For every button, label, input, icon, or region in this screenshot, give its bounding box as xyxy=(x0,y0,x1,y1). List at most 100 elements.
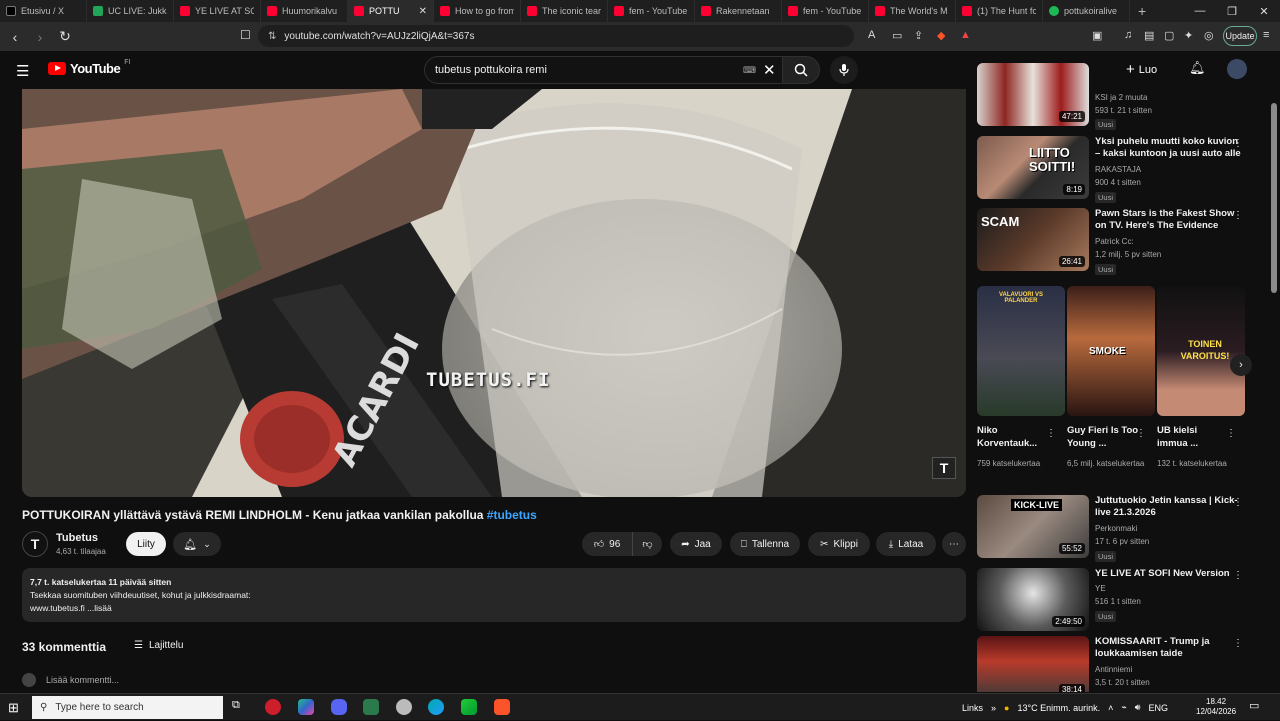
short-thumbnail[interactable]: SMOKE xyxy=(1067,286,1155,416)
save-button[interactable]: ⎕ Tallenna xyxy=(730,532,800,556)
youtube-logo[interactable]: YouTube FI xyxy=(48,59,130,76)
recommendation-item[interactable]: LIITTO SOITTI! 8:19 Yksi puhelu muutti k… xyxy=(977,136,1267,203)
video-thumbnail[interactable]: SCAM 26:41 xyxy=(977,208,1089,271)
extensions-icon[interactable]: ✦ xyxy=(1184,29,1193,42)
video-thumbnail[interactable]: 47:21 xyxy=(977,63,1089,126)
video-thumbnail[interactable]: KICK-LIVE 55:52 xyxy=(977,495,1089,558)
keyboard-icon[interactable]: ⌨ xyxy=(743,65,756,76)
browser-tab[interactable]: pottukoiralive xyxy=(1043,0,1130,22)
forward-icon[interactable]: › xyxy=(30,29,50,45)
browser-menu-icon[interactable]: ≡ xyxy=(1263,29,1269,41)
recommendation-item[interactable]: 38:14 KOMISSAARIT - Trump ja loukkaamise… xyxy=(977,636,1267,692)
expand-tray-icon[interactable]: » xyxy=(991,703,996,713)
close-window-icon[interactable]: ✕ xyxy=(1248,5,1280,18)
channel-name[interactable]: Tubetus xyxy=(56,532,98,544)
scrollbar-thumb[interactable] xyxy=(1271,103,1277,293)
links-toolbar[interactable]: Links xyxy=(962,703,983,713)
vpn-icon[interactable]: ◎ xyxy=(1204,29,1214,42)
browser-tab[interactable]: UC LIVE: Jukka xyxy=(87,0,174,22)
video-title[interactable]: Pawn Stars is the Fakest Show on TV. Her… xyxy=(1095,208,1243,232)
browser-tab[interactable]: (1) The Hunt fo xyxy=(956,0,1043,22)
recommendation-item[interactable]: 2:49:50 YE LIVE AT SOFI New Version ⋮ YE… xyxy=(977,568,1267,634)
cast-icon[interactable]: ▭ xyxy=(892,29,902,42)
edge-icon[interactable] xyxy=(428,699,444,715)
description-box[interactable]: 7,7 t. katselukertaa 11 päivää sitten Ts… xyxy=(22,568,966,622)
video-title[interactable]: YE LIVE AT SOFI New Version xyxy=(1095,568,1243,580)
user-avatar[interactable] xyxy=(1227,59,1247,79)
notifications-center-icon[interactable]: ▭ xyxy=(1249,699,1265,715)
share-page-icon[interactable]: ⇪ xyxy=(914,29,923,42)
short-thumbnail[interactable]: TOINEN VAROITUS! xyxy=(1157,286,1245,416)
video-title[interactable]: Juttutuokio Jetin kanssa | Kick-live 21.… xyxy=(1095,495,1243,519)
browser-tab[interactable]: Huumorikalvu xyxy=(261,0,348,22)
video-player[interactable]: ACARDI TUBETUS.FI T xyxy=(22,89,966,497)
wallet-icon[interactable]: ▢ xyxy=(1164,29,1174,42)
browser-tab[interactable]: The iconic tear xyxy=(521,0,608,22)
voice-search-button[interactable] xyxy=(830,56,858,84)
video-title[interactable]: KOMISSAARIT - Trump ja loukkaamisen taid… xyxy=(1095,636,1243,660)
media-icon[interactable]: ♫ xyxy=(1124,29,1132,41)
channel-name[interactable]: Perkonmaki xyxy=(1095,524,1137,533)
search-input[interactable]: tubetus pottukoira remi ⌨ ✕ xyxy=(424,56,782,84)
join-button[interactable]: Liity xyxy=(126,532,166,556)
browser-tab[interactable]: Rakennetaan xyxy=(695,0,782,22)
sidebar-toggle-icon[interactable]: ▣ xyxy=(1092,29,1102,42)
more-vert-icon[interactable]: ⋮ xyxy=(1046,428,1056,439)
short-thumbnail[interactable]: VALAVUORI VS PALANDER xyxy=(977,286,1065,416)
more-actions-button[interactable]: ⋯ xyxy=(942,532,966,556)
windows-start-icon[interactable]: ⊞ xyxy=(8,700,19,716)
add-comment-input[interactable]: Lisää kommentti... xyxy=(46,675,119,685)
more-vert-icon[interactable]: ⋮ xyxy=(1233,570,1243,581)
browser-tab[interactable]: YE LIVE AT SOFI xyxy=(174,0,261,22)
more-vert-icon[interactable]: ⋮ xyxy=(1233,638,1243,649)
search-button[interactable] xyxy=(782,56,820,84)
weather-text[interactable]: 13°C Enimm. aurink. xyxy=(1017,703,1100,713)
hashtag-link[interactable]: #tubetus xyxy=(487,508,537,522)
recommendation-item[interactable]: KICK-LIVE 55:52 Juttutuokio Jetin kanssa… xyxy=(977,495,1267,562)
notification-settings-button[interactable]: 🔔︎ ⌄ xyxy=(173,532,221,556)
network-icon[interactable]: ⌁ xyxy=(1121,702,1126,713)
site-info-icon[interactable]: ⇅ xyxy=(268,31,276,42)
dislike-button[interactable]: 👎︎ xyxy=(632,532,662,556)
brave-shields-icon[interactable]: ◆ xyxy=(937,29,945,42)
browser-tab[interactable]: fem - YouTube xyxy=(608,0,695,22)
translate-icon[interactable]: A xyxy=(868,29,875,41)
browser-tab[interactable]: POTTU ✕ xyxy=(348,0,434,22)
browser-tab[interactable]: fem - YouTube xyxy=(782,0,869,22)
task-view-icon[interactable]: ⧉ xyxy=(232,699,248,715)
update-button[interactable]: Update xyxy=(1223,26,1257,46)
share-button[interactable]: ➦ Jaa xyxy=(670,532,722,556)
reading-list-icon[interactable]: ▤ xyxy=(1144,29,1154,42)
active-app-icon[interactable] xyxy=(363,699,379,715)
more-vert-icon[interactable]: ⋮ xyxy=(1233,497,1243,508)
rewards-icon[interactable]: ▲ xyxy=(960,29,971,41)
clip-button[interactable]: ✂ Klippi xyxy=(808,532,870,556)
hamburger-menu-icon[interactable]: ☰ xyxy=(16,62,29,80)
reload-icon[interactable]: ↻ xyxy=(55,28,75,45)
app-icon[interactable] xyxy=(396,699,412,715)
channel-avatar[interactable]: T xyxy=(22,531,48,557)
taskbar-search-input[interactable]: ⚲ Type here to search xyxy=(32,696,223,719)
browser-tab[interactable]: How to go from xyxy=(434,0,521,22)
opera-icon[interactable] xyxy=(265,699,281,715)
back-icon[interactable]: ‹ xyxy=(5,29,25,45)
description-line-2[interactable]: www.tubetus.fi ...lisää xyxy=(30,602,958,615)
photos-app-icon[interactable] xyxy=(298,699,314,715)
more-vert-icon[interactable]: ⋮ xyxy=(1233,210,1243,221)
video-title[interactable]: Yksi puhelu muutti koko kuvion – kaksi k… xyxy=(1095,136,1243,160)
minimize-icon[interactable]: — xyxy=(1184,5,1216,17)
discord-icon[interactable] xyxy=(331,699,347,715)
more-vert-icon[interactable]: ⋮ xyxy=(1226,428,1236,439)
channel-name[interactable]: Antinniemi xyxy=(1095,665,1132,674)
create-button[interactable]: + Luo xyxy=(1126,61,1157,78)
tab-close-icon[interactable]: ✕ xyxy=(419,6,427,17)
clear-search-icon[interactable]: ✕ xyxy=(763,61,776,79)
page-scrollbar[interactable] xyxy=(1268,89,1280,693)
channel-name[interactable]: RAKASTAJA xyxy=(1095,165,1141,174)
recommendation-item[interactable]: SCAM 26:41 Pawn Stars is the Fakest Show… xyxy=(977,208,1267,275)
brave-icon[interactable] xyxy=(494,699,510,715)
more-vert-icon[interactable]: ⋮ xyxy=(1136,428,1146,439)
new-tab-icon[interactable]: + xyxy=(1130,3,1154,19)
browser-tab[interactable]: Etusivu / X xyxy=(0,0,87,22)
language-indicator[interactable]: ENG xyxy=(1148,703,1168,713)
